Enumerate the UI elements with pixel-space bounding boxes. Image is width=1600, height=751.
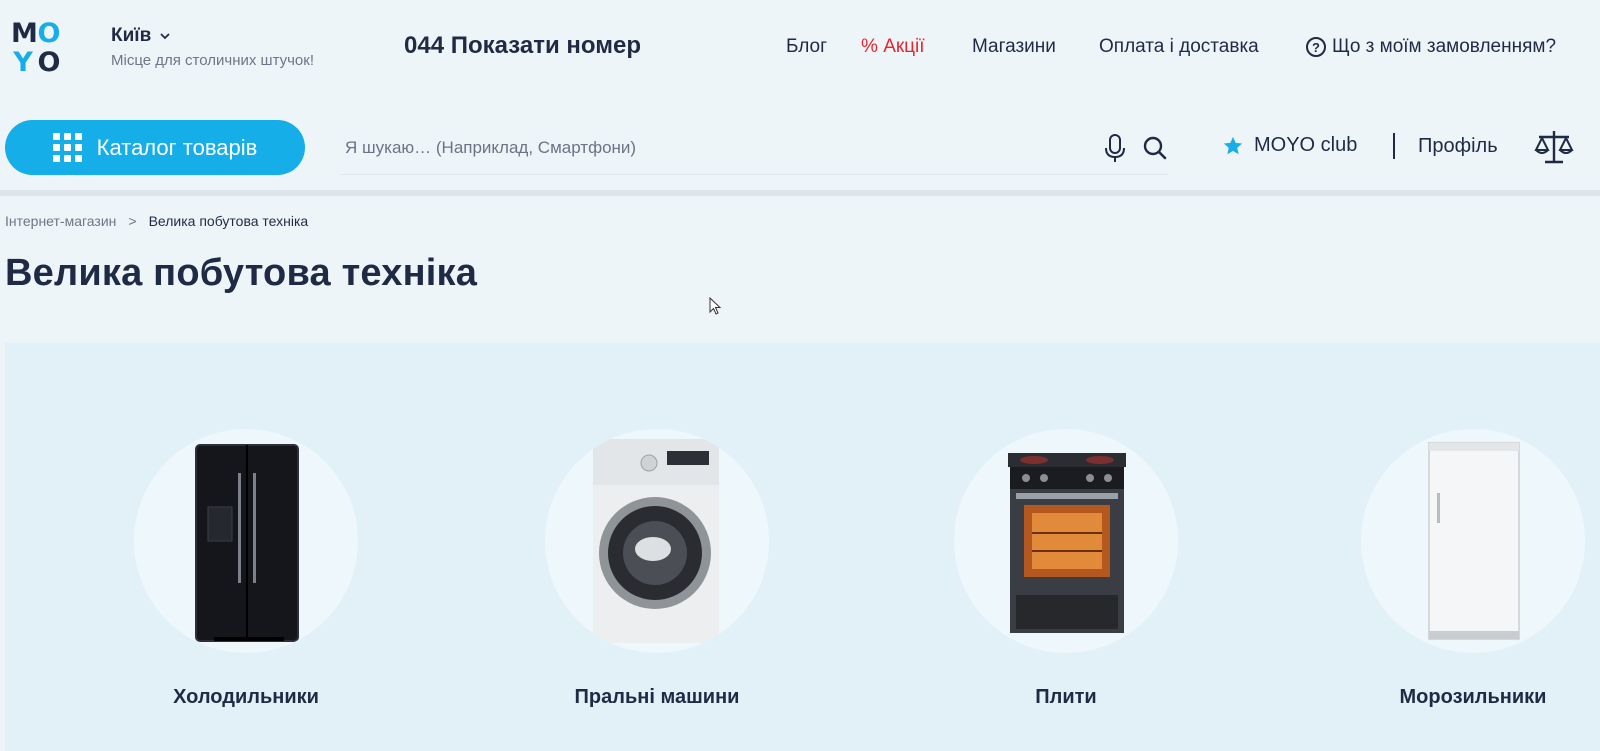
search-input[interactable] [345, 120, 1065, 175]
search-icon[interactable] [1140, 132, 1170, 164]
nav-order-status[interactable]: ? Що з моїм замовленням? [1306, 36, 1556, 58]
moyo-club-label: MOYO club [1254, 134, 1358, 156]
logo-letter: O [37, 18, 61, 49]
moyo-club-link[interactable]: MOYO club [1222, 134, 1357, 157]
profile-link[interactable]: Профіль [1418, 135, 1498, 158]
category-stoves[interactable]: Плити [951, 429, 1181, 709]
logo-letter: O [37, 47, 61, 78]
catalog-button[interactable]: Каталог товарів [5, 120, 305, 175]
stove-image [954, 429, 1178, 653]
category-label: Пральні машини [574, 686, 740, 708]
category-label: Морозильники [1399, 686, 1547, 708]
percent-icon: % [861, 36, 878, 57]
refrigerator-image [134, 429, 358, 653]
city-selector[interactable]: Київ [111, 25, 171, 47]
breadcrumb-home[interactable]: Інтернет-магазин [5, 213, 116, 229]
category-label: Холодильники [173, 686, 319, 708]
question-icon: ? [1306, 37, 1326, 57]
compare-scales-icon[interactable] [1533, 128, 1575, 166]
divider [1393, 133, 1395, 159]
catalog-button-label: Каталог товарів [96, 134, 258, 160]
category-grid: Холодильники Пральні машини Плити Морози… [5, 343, 1600, 751]
logo-letter: Y [13, 47, 33, 78]
breadcrumb-current: Велика побутова техніка [148, 213, 309, 229]
nav-promo-label: Акції [883, 36, 925, 57]
nav-payment-delivery[interactable]: Оплата і доставка [1099, 36, 1259, 58]
nav-shops[interactable]: Магазини [972, 36, 1056, 58]
category-label: Плити [1035, 686, 1097, 708]
page-title: Велика побутова техніка [5, 252, 478, 294]
star-icon [1223, 136, 1243, 154]
grid-icon [52, 132, 83, 163]
chevron-down-icon [160, 33, 170, 40]
top-bar: M O Y O Київ Місце для столичних штучок!… [0, 0, 1600, 98]
nav-promo[interactable]: % Акції [861, 36, 925, 58]
breadcrumb: Інтернет-магазин > Велика побутова техні… [5, 213, 308, 229]
nav-order-label: Що з моїм замовленням? [1332, 36, 1557, 57]
microphone-icon[interactable] [1100, 132, 1130, 164]
washing-machine-image [545, 429, 769, 653]
city-tagline: Місце для столичних штучок! [111, 52, 315, 69]
mouse-cursor-icon [709, 297, 722, 315]
moyo-logo[interactable]: M O Y O [11, 18, 63, 78]
nav-blog[interactable]: Блог [786, 36, 827, 58]
header-divider [0, 190, 1600, 196]
show-phone-link[interactable]: 044 Показати номер [404, 32, 641, 60]
breadcrumb-separator: > [128, 213, 137, 229]
freezer-image [1361, 429, 1585, 653]
category-washing-machines[interactable]: Пральні машини [542, 429, 772, 709]
city-name: Київ [111, 25, 152, 46]
search-bar [340, 120, 1168, 175]
logo-letter: M [11, 18, 38, 49]
category-refrigerators[interactable]: Холодильники [131, 429, 361, 709]
category-freezers[interactable]: Морозильники [1358, 429, 1588, 709]
